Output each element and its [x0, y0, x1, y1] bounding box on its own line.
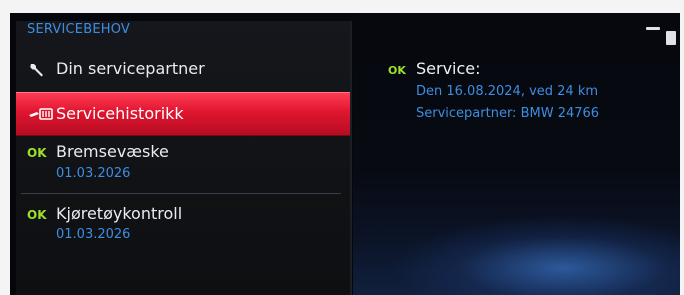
service-history-icon	[29, 108, 53, 120]
menu-item-label: Servicehistorikk	[56, 104, 184, 123]
wrench-icon	[30, 64, 43, 77]
status-ok-badge: OK	[388, 64, 406, 77]
menu-item-vehicle-inspection[interactable]: OK Kjøretøykontroll 01.03.2026	[16, 201, 350, 257]
menu-item-brake-fluid[interactable]: OK Bremsevæske 01.03.2026	[16, 139, 350, 195]
status-ok-badge: OK	[27, 146, 47, 160]
menu-item-service-partner[interactable]: Din servicepartner	[16, 51, 350, 89]
idrive-screen: SERVICEBEHOV Din servicepartner Serviceh…	[10, 13, 680, 295]
service-detail-panel: OK Service: Den 16.08.2024, ved 24 km Se…	[353, 13, 680, 295]
split-screen-icon	[666, 31, 676, 45]
menu-item-label: Din servicepartner	[56, 59, 205, 78]
menu-item-label: Kjøretøykontroll	[56, 204, 183, 223]
menu-item-date: 01.03.2026	[56, 227, 131, 242]
service-menu-panel: SERVICEBEHOV Din servicepartner Serviceh…	[16, 21, 352, 295]
menu-item-service-history[interactable]: Servicehistorikk	[16, 92, 350, 136]
status-ok-badge: OK	[27, 208, 47, 222]
divider	[21, 193, 341, 194]
menu-title: SERVICEBEHOV	[27, 22, 131, 37]
detail-title: Service:	[416, 59, 481, 78]
menu-item-date: 01.03.2026	[56, 166, 131, 181]
detail-service-partner: Servicepartner: BMW 24766	[416, 106, 600, 121]
detail-service-date: Den 16.08.2024, ved 24 km	[416, 84, 599, 99]
menu-item-label: Bremsevæske	[56, 142, 169, 161]
minimize-icon	[646, 27, 660, 30]
